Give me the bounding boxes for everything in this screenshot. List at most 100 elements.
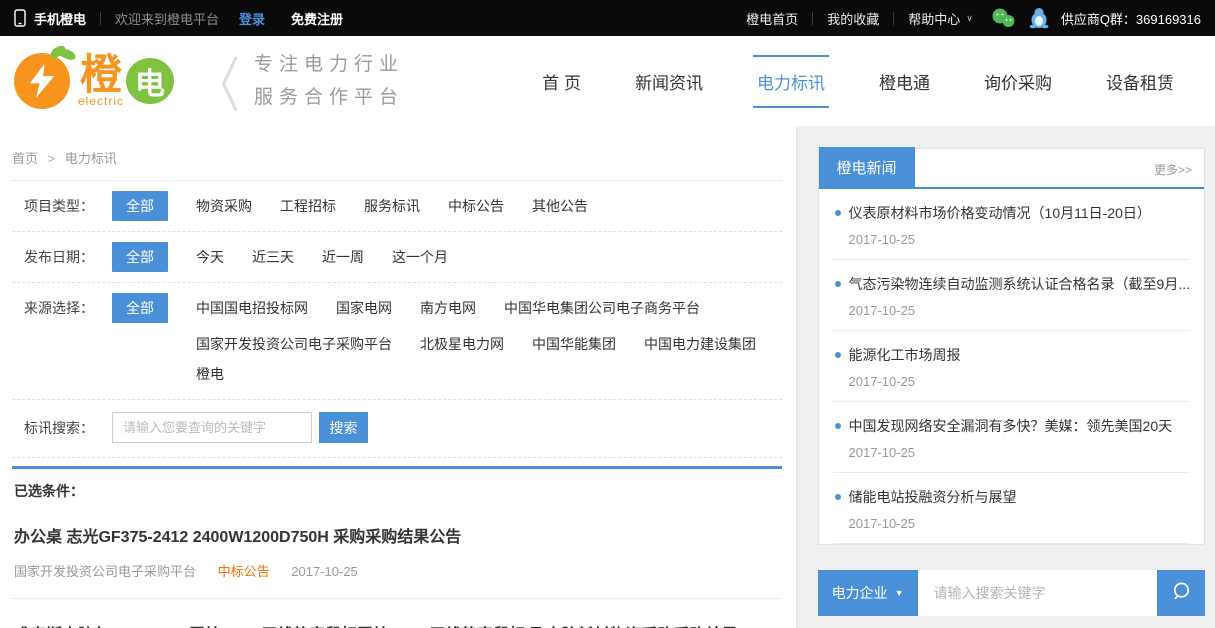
filter-date-option[interactable]: 近三天 xyxy=(252,242,294,272)
tagline-line1: 专注电力行业 xyxy=(254,48,404,81)
result-date: 2017-10-25 xyxy=(291,564,358,579)
logo-text-cheng: 橙 xyxy=(80,54,122,96)
filter-type-option[interactable]: 服务标讯 xyxy=(364,191,420,221)
news-item[interactable]: 气态污染物连续自动监测系统认证合格名录（截至9月... 2017-10-25 xyxy=(833,260,1190,331)
news-title[interactable]: 仪表原材料市场价格变动情况（10月11日-20日） xyxy=(849,203,1190,223)
news-date: 2017-10-25 xyxy=(849,516,1190,531)
caret-down-icon: ▼ xyxy=(895,588,904,598)
filter-type-option[interactable]: 其他公告 xyxy=(532,191,588,221)
news-more-link[interactable]: 更多>> xyxy=(1154,161,1204,187)
nav-news[interactable]: 新闻资讯 xyxy=(635,63,703,100)
filter-type-option[interactable]: 中标公告 xyxy=(448,191,504,221)
news-panel: 橙电新闻 更多>> 仪表原材料市场价格变动情况（10月11日-20日） 2017… xyxy=(818,148,1205,545)
filter-source-option[interactable]: 国家电网 xyxy=(336,293,392,323)
bullet-icon xyxy=(835,494,841,500)
favorites-link[interactable]: 我的收藏 xyxy=(827,9,879,28)
news-item[interactable]: 储能电站投融资分析与展望 2017-10-25 xyxy=(833,473,1190,544)
filter-type-all-button[interactable]: 全部 xyxy=(112,191,168,221)
tender-search-row: 标讯搜索： 搜索 xyxy=(12,400,782,457)
main-nav: 首 页 新闻资讯 电力标讯 橙电通 询价采购 设备租赁 xyxy=(515,63,1201,100)
enterprise-search-button[interactable] xyxy=(1157,570,1205,616)
result-title[interactable]: 盛泰斯电脑包DS-8521、罗技M330无线静音鼠标罗技M330无线静音鼠标 及… xyxy=(14,621,782,628)
selected-conditions-label: 已选条件： xyxy=(12,469,782,501)
result-tag: 中标公告 xyxy=(218,564,270,579)
divider xyxy=(812,12,813,25)
news-title[interactable]: 能源化工市场周报 xyxy=(849,345,1190,365)
sidebar: 橙电新闻 更多>> 仪表原材料市场价格变动情况（10月11日-20日） 2017… xyxy=(797,126,1215,628)
mobile-app-link[interactable]: 手机橙电 xyxy=(34,9,86,28)
enterprise-search-input[interactable] xyxy=(918,570,1157,616)
nav-equipment-rental[interactable]: 设备租赁 xyxy=(1106,63,1174,100)
filter-source-all-button[interactable]: 全部 xyxy=(112,293,168,323)
home-link[interactable]: 橙电首页 xyxy=(746,9,798,28)
bullet-icon xyxy=(835,423,841,429)
news-title[interactable]: 气态污染物连续自动监测系统认证合格名录（截至9月... xyxy=(849,274,1190,294)
enterprise-search-bar: 电力企业 ▼ xyxy=(818,570,1205,616)
logo-subtext: electric xyxy=(78,94,124,108)
news-item[interactable]: 仪表原材料市场价格变动情况（10月11日-20日） 2017-10-25 xyxy=(833,189,1190,260)
wechat-icon[interactable] xyxy=(991,8,1015,28)
filter-source-option[interactable]: 橙电 xyxy=(196,359,224,389)
breadcrumb-home[interactable]: 首页 xyxy=(12,151,38,166)
filter-source-option[interactable]: 南方电网 xyxy=(420,293,476,323)
enterprise-category-label: 电力企业 xyxy=(832,583,888,603)
filter-label: 来源选择： xyxy=(24,293,112,323)
filter-label: 发布日期： xyxy=(24,242,112,272)
bullet-icon xyxy=(835,210,841,216)
news-date: 2017-10-25 xyxy=(849,374,1190,389)
tender-search-input[interactable] xyxy=(112,412,312,443)
chevron-down-icon: ∨ xyxy=(966,13,973,24)
filter-project-type: 项目类型： 全部 物资采购 工程招标 服务标讯 中标公告 其他公告 xyxy=(12,181,782,231)
news-item[interactable]: 能源化工市场周报 2017-10-25 xyxy=(833,331,1190,402)
filter-publish-date: 发布日期： 全部 今天 近三天 近一周 这一个月 xyxy=(12,232,782,282)
news-title[interactable]: 中国发现网络安全漏洞有多快？美媒：领先美国20天 xyxy=(849,416,1190,436)
result-item: 盛泰斯电脑包DS-8521、罗技M330无线静音鼠标罗技M330无线静音鼠标 及… xyxy=(12,599,782,628)
filter-date-all-button[interactable]: 全部 xyxy=(112,242,168,272)
tagline-divider: 〈 xyxy=(196,38,240,124)
nav-inquiry-purchase[interactable]: 询价采购 xyxy=(984,63,1052,100)
tender-search-button[interactable]: 搜索 xyxy=(319,412,368,443)
filter-source-option[interactable]: 国家开发投资公司电子采购平台 xyxy=(196,329,392,359)
register-link[interactable]: 免费注册 xyxy=(291,9,343,28)
filter-source-option[interactable]: 中国国电招投标网 xyxy=(196,293,308,323)
qq-icon[interactable] xyxy=(1029,7,1049,29)
news-date: 2017-10-25 xyxy=(849,232,1190,247)
breadcrumb: 首页 > 电力标讯 xyxy=(12,126,782,167)
result-item: 办公桌 志光GF375-2412 2400W1200D750H 采购采购结果公告… xyxy=(12,501,782,599)
divider xyxy=(12,457,782,458)
filter-type-option[interactable]: 工程招标 xyxy=(280,191,336,221)
login-link[interactable]: 登录 xyxy=(239,9,265,28)
news-item[interactable]: 中国发现网络安全漏洞有多快？美媒：领先美国20天 2017-10-25 xyxy=(833,402,1190,473)
phone-icon xyxy=(14,9,26,27)
news-tab[interactable]: 橙电新闻 xyxy=(819,147,915,187)
news-date: 2017-10-25 xyxy=(849,445,1190,460)
news-date: 2017-10-25 xyxy=(849,303,1190,318)
filter-source-option[interactable]: 中国电力建设集团 xyxy=(644,329,756,359)
filter-type-option[interactable]: 物资采购 xyxy=(196,191,252,221)
divider xyxy=(893,12,894,25)
nav-home[interactable]: 首 页 xyxy=(542,63,581,100)
help-menu[interactable]: 帮助中心 xyxy=(908,9,960,28)
filter-date-option[interactable]: 今天 xyxy=(196,242,224,272)
news-title[interactable]: 储能电站投融资分析与展望 xyxy=(849,487,1190,507)
nav-power-tenders[interactable]: 电力标讯 xyxy=(757,63,825,100)
filter-source: 来源选择： 全部 中国国电招投标网 国家电网 南方电网 中国华电集团公司电子商务… xyxy=(12,283,782,399)
bullet-icon xyxy=(835,281,841,287)
filter-source-option[interactable]: 中国华能集团 xyxy=(532,329,616,359)
bullet-icon xyxy=(835,352,841,358)
supplier-qq-group: 供应商Q群：369169316 xyxy=(1061,9,1201,28)
top-bar: 手机橙电 欢迎来到橙电平台 登录 免费注册 橙电首页 我的收藏 帮助中心 ∨ 供… xyxy=(0,0,1215,36)
tagline: 〈 专注电力行业 服务合作平台 xyxy=(196,48,404,115)
leaf-icon xyxy=(59,47,77,62)
enterprise-category-dropdown[interactable]: 电力企业 ▼ xyxy=(818,570,918,616)
breadcrumb-current: 电力标讯 xyxy=(65,151,117,166)
result-source: 国家开发投资公司电子采购平台 xyxy=(14,564,196,579)
filter-source-option[interactable]: 中国华电集团公司电子商务平台 xyxy=(504,293,700,323)
nav-chengdiantong[interactable]: 橙电通 xyxy=(879,63,930,100)
site-logo[interactable]: 橙 electric 电 xyxy=(14,53,174,109)
logo-bubble-icon: 电 xyxy=(126,58,174,104)
filter-source-option[interactable]: 北极星电力网 xyxy=(420,329,504,359)
filter-date-option[interactable]: 这一个月 xyxy=(392,242,448,272)
filter-date-option[interactable]: 近一周 xyxy=(322,242,364,272)
result-title[interactable]: 办公桌 志光GF375-2412 2400W1200D750H 采购采购结果公告 xyxy=(14,523,782,547)
